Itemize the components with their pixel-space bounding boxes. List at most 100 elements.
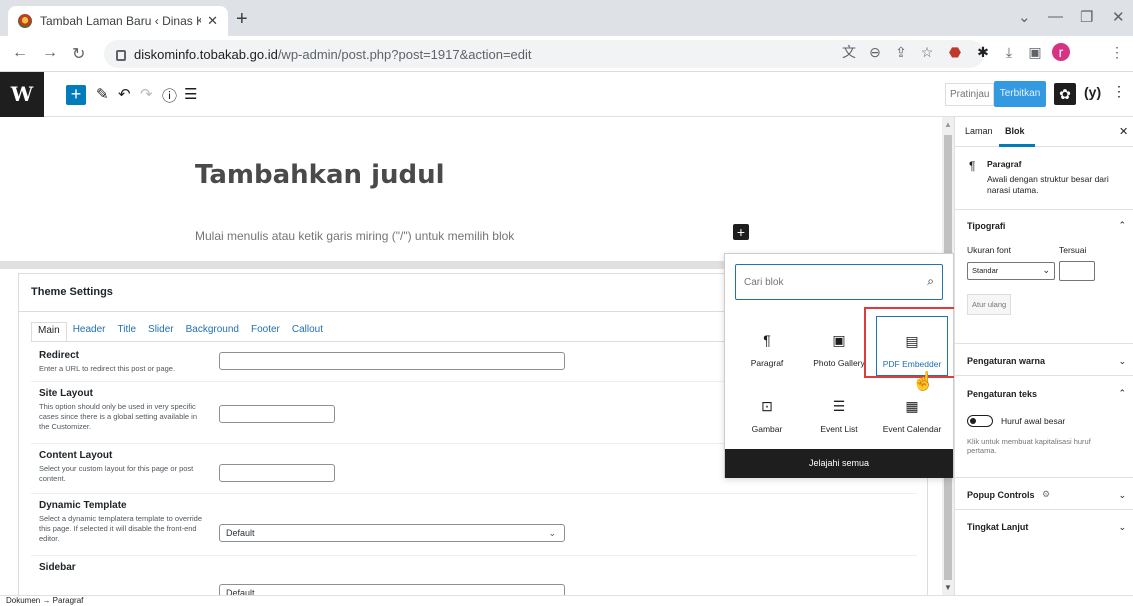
block-card: ¶ Paragraf Awali dengan struktur besar d… [955,147,1133,210]
undo-icon[interactable]: ↶ [118,85,131,103]
custom-size-label: Tersuai [1059,245,1087,255]
list-view-icon[interactable]: ☰ [184,85,197,103]
tab-page[interactable]: Laman [965,126,993,136]
url-host: diskominfo.tobakab.go.id [134,46,278,62]
popup-controls-panel[interactable]: Popup Controls ⚙ ⌄ [955,478,1133,510]
side-panel-icon[interactable]: ▣ [1026,43,1044,61]
annotation-highlight-box [864,307,962,378]
reload-icon[interactable]: ↻ [72,44,85,64]
tab-close-icon[interactable]: ✕ [207,13,218,29]
scroll-down-icon[interactable]: ▼ [944,583,952,592]
chevron-down-icon: ⌄ [1118,490,1126,500]
text-settings-panel: Pengaturan teks ⌃ Huruf awal besar Klik … [955,376,1133,478]
download-icon[interactable]: ⤓ [1000,43,1018,61]
tab-main[interactable]: Main [31,322,67,342]
window-close-icon[interactable]: ✕ [1112,8,1125,26]
chevron-up-icon[interactable]: ⌃ [1118,388,1126,399]
block-inserter-toggle-button[interactable]: + [66,85,86,105]
restore-icon[interactable]: ❐ [1080,8,1093,26]
tab-callout[interactable]: Callout [286,322,329,342]
preview-button[interactable]: Pratinjau [945,83,995,106]
tab-header[interactable]: Header [67,322,112,342]
search-placeholder: Cari blok [744,277,784,288]
chrome-menu-icon[interactable]: ⋮ [1108,43,1126,61]
popup-controls-heading: Popup Controls [967,490,1035,500]
typography-heading[interactable]: Tipografi [967,221,1005,231]
advanced-panel[interactable]: Tingkat Lanjut ⌄ [955,510,1133,542]
forward-icon[interactable]: → [42,44,58,62]
profile-avatar[interactable]: r [1052,43,1070,61]
new-tab-button[interactable]: + [236,8,248,31]
content-layout-select[interactable] [219,464,335,482]
dynamic-template-select[interactable]: Default ⌄ [219,524,565,542]
font-size-select[interactable]: Standar ⌄ [967,262,1055,280]
share-icon[interactable]: ⇪ [892,43,910,61]
paragraph-icon: ¶ [763,332,771,348]
post-title-field[interactable]: Tambahkan judul [195,160,445,190]
browser-tab[interactable]: Tambah Laman Baru ‹ Dinas Kom ✕ [8,6,228,36]
minimize-icon[interactable]: — [1048,8,1063,25]
drop-cap-toggle[interactable] [967,415,993,427]
yoast-seo-icon[interactable]: (y) [1084,84,1101,100]
reset-button[interactable]: Atur ulang [967,294,1012,315]
calendar-icon: ▦ [905,398,919,414]
tab-slider[interactable]: Slider [142,322,180,342]
tab-title: Tambah Laman Baru ‹ Dinas Kom [40,14,202,28]
edit-tool-icon[interactable]: ✎ [96,85,109,103]
font-size-value: Standar [972,266,999,275]
setting-label: Content Layout [39,450,113,461]
url-path: /wp-admin/post.php?post=1917&action=edit [277,46,532,62]
setting-label: Redirect [39,350,80,361]
block-name: Event Calendar [882,424,942,434]
empty-paragraph-block[interactable]: Mulai menulis atau ketik garis miring ("… [195,229,514,243]
site-layout-select[interactable] [219,405,335,423]
tab-search-chevron-icon[interactable]: ⌄ [1018,8,1031,26]
bookmark-star-icon[interactable]: ☆ [918,43,936,61]
text-settings-heading[interactable]: Pengaturan teks [967,389,1037,399]
setting-description: This option should only be used in very … [39,402,198,431]
options-menu-icon[interactable]: ⋮ [1112,83,1126,100]
search-icon: ⌕ [927,274,934,288]
browser-tab-bar: Tambah Laman Baru ‹ Dinas Kom ✕ + ⌄ — ❐ … [0,0,1133,36]
block-option-event-list[interactable]: ☰ Event List [803,382,875,442]
publish-button[interactable]: Terbitkan [994,81,1046,107]
back-icon[interactable]: ← [12,44,28,62]
details-info-icon[interactable]: ⓘ [162,85,177,106]
block-option-paragraf[interactable]: ¶ Paragraf [731,316,803,376]
tab-title[interactable]: Title [112,322,143,342]
block-breadcrumb[interactable]: Dokumen → Paragraf [0,595,1133,605]
tab-background[interactable]: Background [180,322,245,342]
gear-icon: ⚙ [1042,489,1051,499]
list-icon: ☰ [832,398,846,414]
redo-icon[interactable]: ↷ [140,85,153,103]
tab-block[interactable]: Blok [1005,126,1025,136]
scroll-up-icon[interactable]: ▲ [944,120,952,129]
custom-font-size-input[interactable] [1059,261,1095,281]
extensions-icon[interactable]: ✱ [974,43,992,61]
chevron-down-icon: ⌄ [1118,522,1126,532]
block-option-gambar[interactable]: ⊡ Gambar [731,382,803,442]
block-card-title: Paragraf [987,159,1022,169]
settings-gear-icon[interactable]: ✿ [1054,83,1076,105]
drop-cap-help: Klik untuk membuat kapitalisasi huruf pe… [967,437,1091,455]
browse-all-button[interactable]: Jelajahi semua [725,449,953,478]
translate-icon[interactable]: 文 [840,43,858,61]
zoom-icon[interactable]: ⊖ [866,43,884,61]
redirect-url-input[interactable] [219,352,565,370]
add-block-button[interactable]: + [733,224,749,240]
ublock-icon[interactable]: ⬣ [946,43,964,61]
block-search-input[interactable]: Cari blok ⌕ [735,264,943,300]
color-settings-heading: Pengaturan warna [967,356,1046,366]
close-sidebar-icon[interactable]: ✕ [1119,125,1128,138]
settings-sidebar: Laman Blok ✕ ¶ Paragraf Awali dengan str… [954,117,1133,595]
chevron-down-icon: ⌄ [1118,356,1126,366]
chevron-down-icon: ⌄ [548,528,556,538]
tab-footer[interactable]: Footer [245,322,286,342]
wordpress-logo-icon[interactable]: W [0,72,44,117]
setting-label: Sidebar [39,562,76,573]
chevron-up-icon[interactable]: ⌃ [1118,220,1126,231]
block-card-description: Awali dengan struktur besar dari narasi … [987,174,1109,195]
select-value: Default [226,528,255,538]
color-settings-panel[interactable]: Pengaturan warna ⌄ [955,344,1133,376]
image-icon: ⊡ [761,398,773,414]
